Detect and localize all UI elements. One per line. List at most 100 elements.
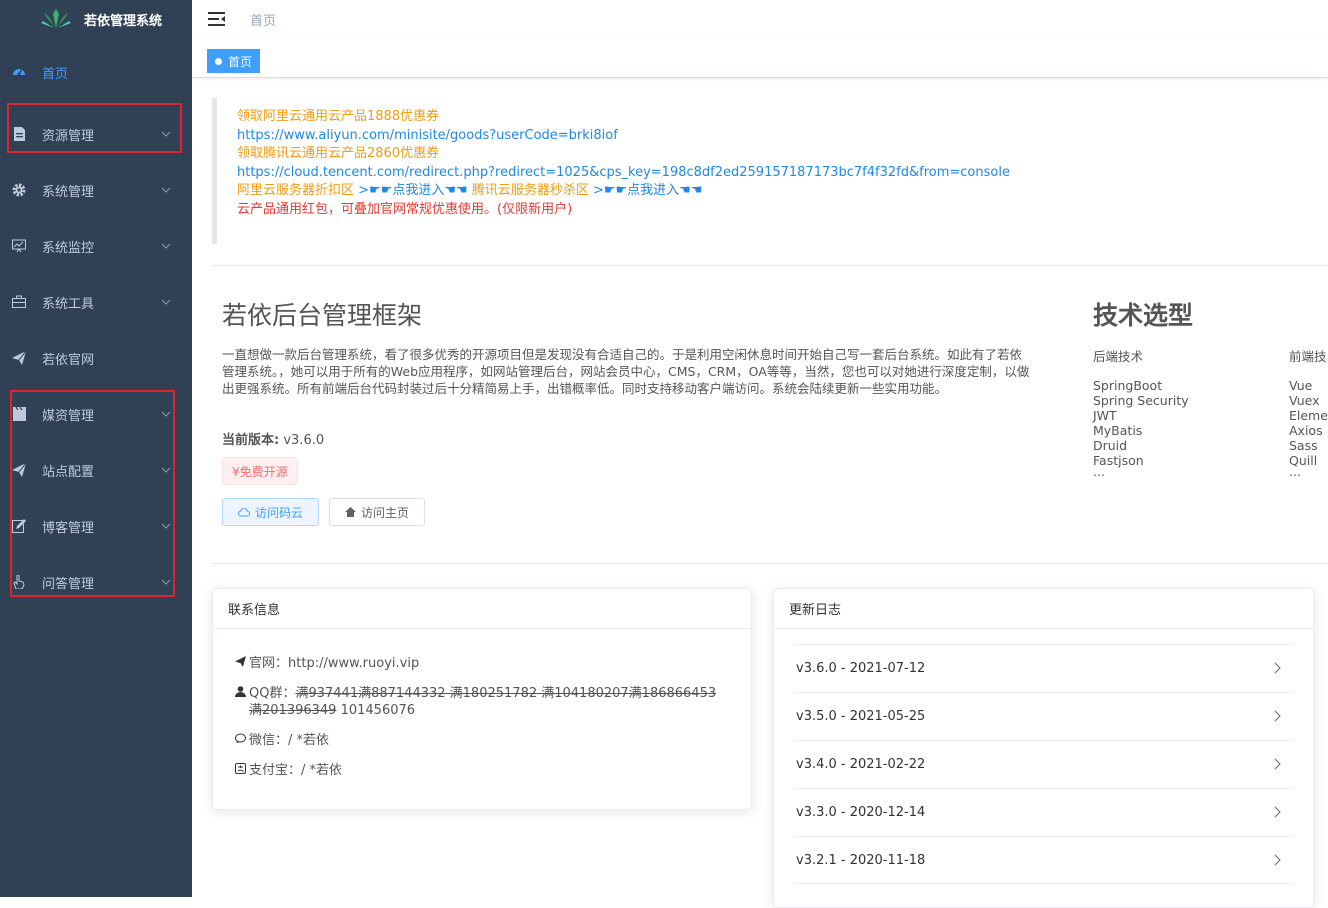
chevron-down-icon: [160, 184, 172, 196]
changelog-item[interactable]: v3.5.0 - 2021-05-25: [794, 692, 1293, 740]
sidebar-item-website[interactable]: 若依官网: [0, 330, 192, 386]
chevron-right-icon: [1273, 854, 1281, 866]
list-item: Sass: [1289, 438, 1328, 453]
visit-gitee-button[interactable]: 访问码云: [222, 498, 319, 526]
list-item: ...: [1289, 468, 1328, 476]
list-item: JWT: [1093, 408, 1189, 423]
changelog-item-title: v3.4.0 - 2021-02-22: [796, 757, 925, 772]
changelog-item[interactable]: v3.4.0 - 2021-02-22: [794, 740, 1293, 788]
home-icon: [345, 507, 356, 517]
list-item: SpringBoot: [1093, 378, 1189, 393]
alipay-label: 支付宝：: [249, 762, 301, 779]
list-item: Elemen: [1289, 408, 1328, 423]
sidebar-item-label: 系统管理: [42, 181, 94, 200]
navbar: 首页: [192, 0, 1328, 38]
tag-label: 首页: [228, 53, 252, 70]
list-item: Spring Security: [1093, 393, 1189, 408]
sidebar-item-monitor[interactable]: 系统监控: [0, 218, 192, 274]
wechat-label: 微信：: [249, 732, 288, 749]
wechat-value: / *若依: [288, 732, 329, 749]
highlight-box-custom-menus: [10, 390, 175, 597]
visit-home-label: 访问主页: [361, 504, 409, 521]
changelog-item[interactable]: v3.2.1 - 2020-11-18: [794, 836, 1293, 884]
contact-alipay: 支付宝： / *若依: [233, 762, 731, 779]
highlight-box-resources: [7, 103, 182, 153]
qq-label: QQ群：: [249, 686, 295, 701]
promo-server-line: 阿里云服务器折扣区 >☛☛点我进入☚☚ 腾讯云服务器秒杀区 >☛☛点我进入☚☚: [237, 182, 1328, 201]
tag-home[interactable]: 首页: [207, 49, 260, 73]
contact-wechat: 微信： / *若依: [233, 732, 731, 749]
divider: [212, 265, 1328, 266]
aliyun-discount-label: 阿里云服务器折扣区: [237, 183, 354, 198]
contact-card: 联系信息 官网： http://www.ruoyi.vip QQ群：满93744…: [212, 588, 752, 810]
list-item: Fastjson: [1093, 453, 1189, 468]
paper-plane-icon: [233, 655, 247, 672]
user-icon: [233, 685, 247, 719]
hamburger-icon[interactable]: [208, 11, 226, 27]
ruoyi-logo-icon: [40, 8, 72, 30]
gear-icon: [12, 183, 26, 197]
dashboard-icon: [12, 65, 26, 79]
qq-full-groups: 满937441满887144332 满180251782 满104180207满…: [249, 686, 716, 718]
contact-card-header: 联系信息: [213, 589, 751, 629]
chevron-right-icon: [1273, 806, 1281, 818]
divider: [212, 563, 1328, 564]
toolbox-icon: [12, 295, 26, 309]
sidebar-item-label: 若依官网: [42, 349, 94, 368]
changelog-item[interactable]: v3.6.0 - 2021-07-12: [794, 644, 1293, 692]
sidebar-item-system[interactable]: 系统管理: [0, 162, 192, 218]
sidebar-item-home[interactable]: 首页: [0, 38, 192, 106]
chevron-right-icon: [1273, 710, 1281, 722]
cloud-icon: [238, 508, 250, 517]
qq-value: 101456076: [341, 703, 415, 718]
changelog-card: 更新日志 v3.6.0 - 2021-07-12 v3.5.0 - 2021-0…: [773, 588, 1314, 908]
website-value[interactable]: http://www.ruoyi.vip: [288, 655, 419, 672]
contact-qq: QQ群：满937441满887144332 满180251782 满104180…: [233, 685, 731, 719]
list-item: Axios: [1289, 423, 1328, 438]
intro-description: 一直想做一款后台管理系统，看了很多优秀的开源项目但是发现没有合适自己的。于是利用…: [222, 346, 1032, 397]
sidebar-logo[interactable]: 若依管理系统: [0, 0, 192, 38]
chevron-down-icon: [160, 240, 172, 252]
free-tag: ¥免费开源: [222, 457, 298, 485]
chevron-right-icon: [1273, 758, 1281, 770]
tencent-seckill-link[interactable]: >☛☛点我进入☚☚: [593, 183, 703, 198]
aliyun-discount-link[interactable]: >☛☛点我进入☚☚: [358, 183, 468, 198]
sidebar: 若依管理系统 首页 资源管理 系统管理 系统监控 系统工具: [0, 0, 192, 897]
backend-list: SpringBoot Spring Security JWT MyBatis D…: [1093, 378, 1189, 476]
visit-home-button[interactable]: 访问主页: [329, 498, 425, 526]
backend-title: 后端技术: [1093, 346, 1143, 365]
version-info: 当前版本: v3.6.0: [222, 429, 324, 448]
changelog-item-title: v3.6.0 - 2021-07-12: [796, 661, 925, 676]
list-item: Druid: [1093, 438, 1189, 453]
main-content: 领取阿里云通用云产品1888优惠券 https://www.aliyun.com…: [192, 78, 1328, 897]
active-dot-icon: [215, 58, 222, 65]
website-label: 官网：: [249, 655, 288, 672]
monitor-icon: [12, 239, 26, 253]
frontend-list: Vue Vuex Elemen Axios Sass Quill ...: [1289, 378, 1328, 476]
app-title: 若依管理系统: [84, 10, 162, 29]
promo-tencent-text[interactable]: 领取腾讯云通用云产品2860优惠券: [237, 145, 1328, 164]
qq-text: QQ群：满937441满887144332 满180251782 满104180…: [249, 685, 719, 719]
list-item: Vue: [1289, 378, 1328, 393]
changelog-card-header: 更新日志: [774, 589, 1313, 629]
alipay-value: / *若依: [301, 762, 342, 779]
list-item: ...: [1093, 468, 1189, 476]
promo-aliyun-text[interactable]: 领取阿里云通用云产品1888优惠券: [237, 108, 1328, 127]
version-value: v3.6.0: [283, 433, 324, 448]
list-item: MyBatis: [1093, 423, 1189, 438]
changelog-item-title: v3.2.1 - 2020-11-18: [796, 853, 925, 868]
promo-tencent-link[interactable]: https://cloud.tencent.com/redirect.php?r…: [237, 164, 1328, 183]
alipay-icon: [233, 762, 247, 779]
sidebar-item-label: 系统工具: [42, 293, 94, 312]
promo-red-packet: 云产品通用红包，可叠加官网常规优惠使用。(仅限新用户): [237, 201, 1328, 220]
sidebar-item-tools[interactable]: 系统工具: [0, 274, 192, 330]
version-label: 当前版本:: [222, 433, 279, 448]
changelog-item[interactable]: v3.3.0 - 2020-12-14: [794, 788, 1293, 836]
breadcrumb: 首页: [250, 10, 276, 29]
visit-gitee-label: 访问码云: [255, 504, 303, 521]
tech-title: 技术选型: [1093, 296, 1193, 332]
promo-aliyun-link[interactable]: https://www.aliyun.com/minisite/goods?us…: [237, 127, 1328, 146]
changelog-item-title: v3.5.0 - 2021-05-25: [796, 709, 925, 724]
tags-view: 首页: [192, 38, 1328, 78]
wechat-icon: [233, 732, 247, 749]
